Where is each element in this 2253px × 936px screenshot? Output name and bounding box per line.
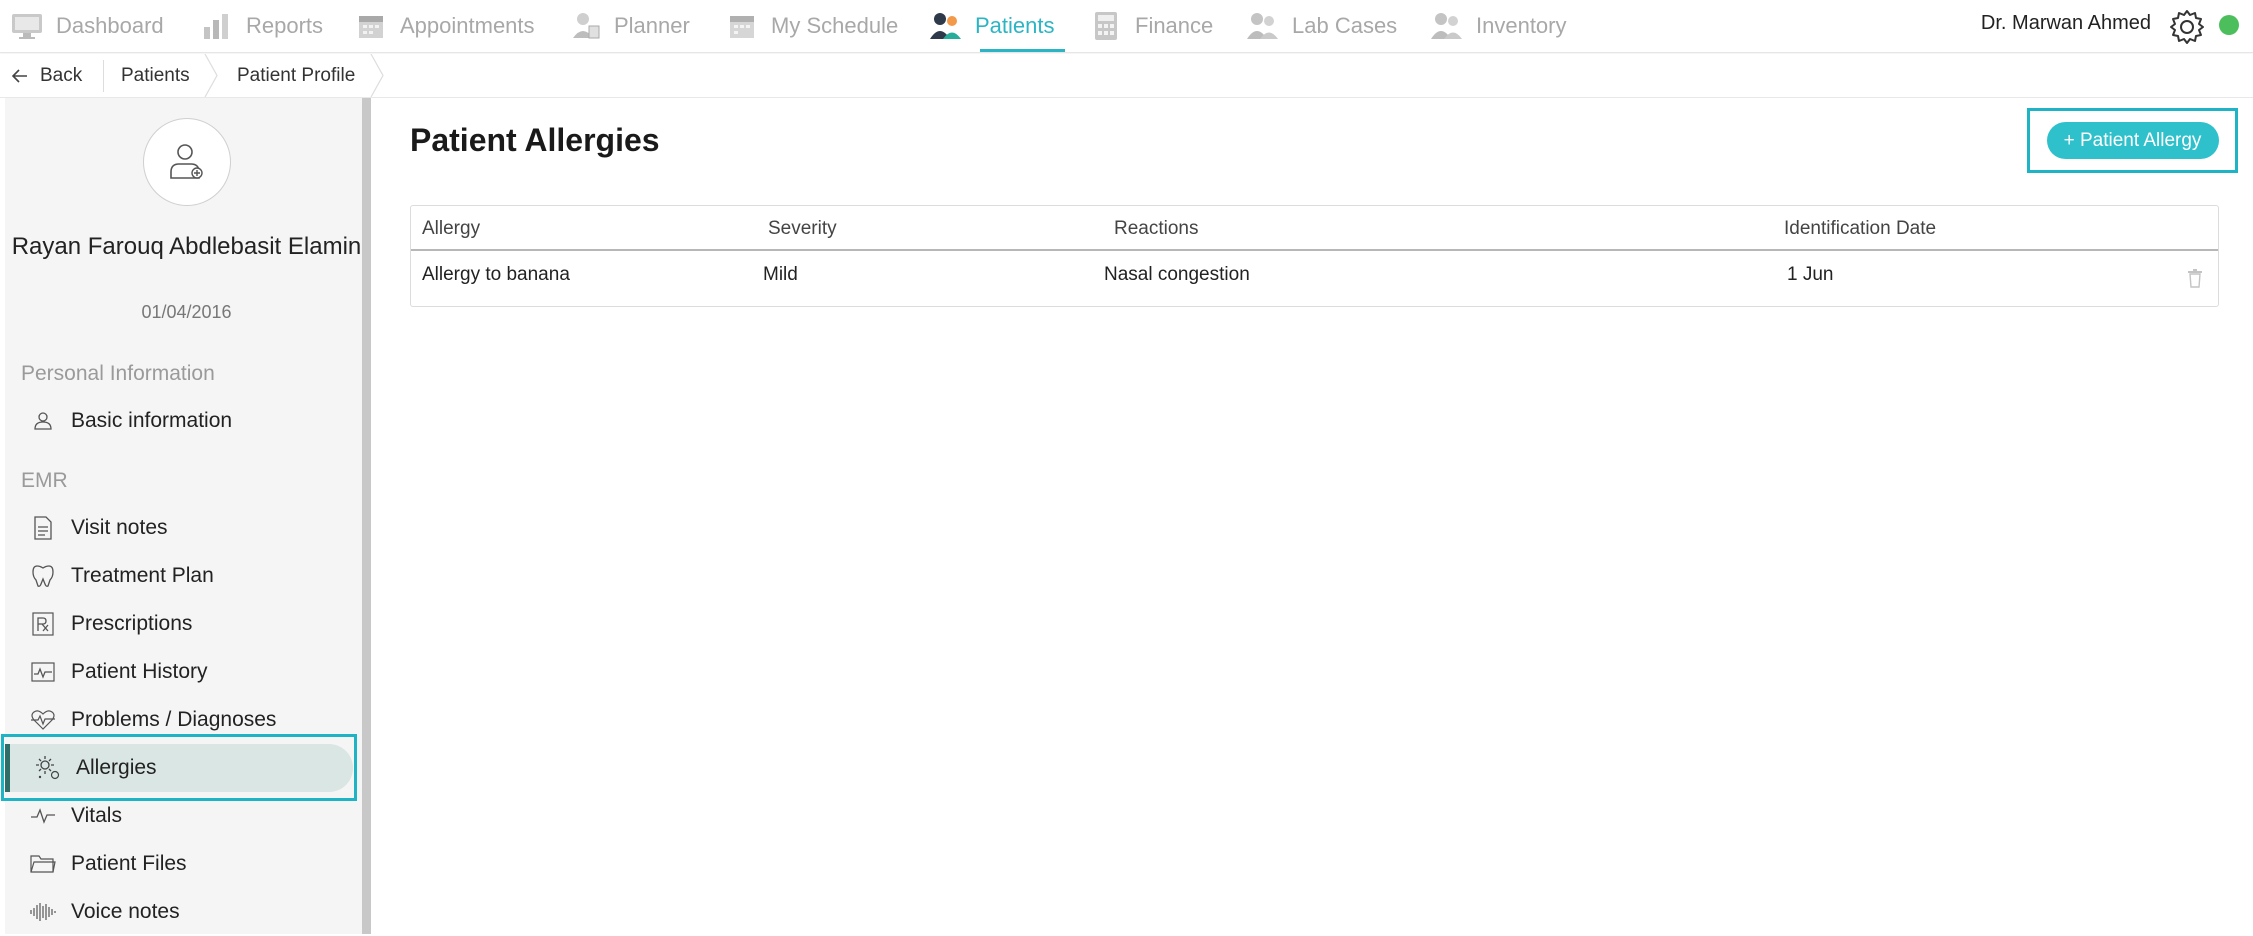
top-navigation-bar: Dashboard Reports Appointments Planner M… — [0, 0, 2253, 53]
online-status-dot — [2219, 15, 2239, 35]
nav-reports-label: Reports — [246, 13, 324, 38]
allergies-table: Allergy Severity Reactions Identificatio… — [410, 205, 2219, 307]
sidebar-item-label: Patient Files — [71, 852, 187, 875]
section-personal-information: Personal Information — [21, 362, 215, 385]
sidebar-item-label: Basic information — [71, 409, 233, 432]
sidebar-item-basic-information[interactable]: Basic information — [5, 397, 353, 445]
add-button-highlight: + Patient Allergy — [2027, 108, 2238, 173]
sidebar-item-label: Patient History — [71, 660, 208, 683]
user-name[interactable]: Dr. Marwan Ahmed — [1981, 12, 2151, 35]
gear-icon[interactable] — [2168, 8, 2206, 46]
sidebar-item-label: Problems / Diagnoses — [71, 708, 277, 731]
breadcrumb-patient-profile[interactable]: Patient Profile — [237, 54, 355, 97]
add-patient-allergy-button[interactable]: + Patient Allergy — [2046, 122, 2219, 159]
trash-icon[interactable] — [2187, 268, 2203, 288]
page-title: Patient Allergies — [410, 122, 660, 158]
schedule-icon — [725, 9, 759, 43]
patient-name: Rayan Farouq Abdlebasit Elamin — [11, 233, 362, 260]
back-label: Back — [40, 64, 83, 86]
waveform-icon — [29, 898, 57, 926]
table-header: Allergy Severity Reactions Identificatio… — [411, 206, 2218, 251]
document-icon — [29, 514, 57, 542]
sidebar-item-label: Prescriptions — [71, 612, 193, 635]
monitor-icon — [10, 9, 44, 43]
pulse-icon — [29, 802, 57, 830]
column-header-severity[interactable]: Severity — [768, 218, 837, 240]
column-header-allergy[interactable]: Allergy — [422, 218, 480, 240]
breadcrumb: Back Patients Patient Profile — [0, 54, 2253, 98]
prescription-icon — [29, 610, 57, 638]
back-button[interactable]: Back — [12, 54, 82, 97]
calendar-icon — [354, 9, 388, 43]
section-emr: EMR — [21, 469, 68, 492]
nav-patients[interactable]: Patients — [929, 0, 1065, 52]
nav-inventory[interactable]: Inventory — [1430, 0, 1567, 52]
cell-allergy: Allergy to banana — [422, 264, 570, 285]
inventory-group-icon — [1430, 9, 1464, 43]
breadcrumb-chevron-icon — [204, 54, 218, 97]
avatar — [143, 118, 231, 206]
breadcrumb-patients[interactable]: Patients — [121, 54, 190, 97]
nav-dashboard-label: Dashboard — [56, 13, 164, 38]
nav-planner[interactable]: Planner — [568, 0, 690, 52]
column-header-identification-date[interactable]: Identification Date — [1784, 218, 1936, 240]
sidebar-item-label: Voice notes — [71, 900, 180, 923]
person-add-icon — [170, 144, 203, 179]
tooth-icon — [29, 562, 57, 590]
lab-group-icon — [1246, 9, 1280, 43]
column-header-reactions[interactable]: Reactions — [1114, 218, 1199, 240]
bar-chart-icon — [200, 9, 234, 43]
breadcrumb-patient-profile-label: Patient Profile — [237, 64, 356, 86]
selection-highlight — [1, 734, 357, 801]
nav-my-schedule-label: My Schedule — [771, 13, 899, 38]
arrow-left-icon — [12, 68, 28, 83]
planner-icon — [568, 9, 602, 43]
sidebar-item-prescriptions[interactable]: Prescriptions — [5, 600, 353, 648]
nav-patients-label: Patients — [975, 13, 1055, 38]
nav-lab-cases[interactable]: Lab Cases — [1246, 0, 1397, 52]
breadcrumb-patients-label: Patients — [121, 64, 190, 86]
sidebar-item-label: Treatment Plan — [71, 564, 214, 587]
nav-planner-label: Planner — [614, 13, 690, 38]
nav-appointments[interactable]: Appointments — [354, 0, 535, 52]
nav-lab-cases-label: Lab Cases — [1292, 13, 1398, 38]
patients-group-icon — [929, 9, 963, 43]
divider — [103, 60, 104, 92]
nav-finance-label: Finance — [1135, 13, 1214, 38]
folder-icon — [29, 850, 57, 878]
sidebar-item-patient-history[interactable]: Patient History — [5, 648, 353, 696]
nav-reports[interactable]: Reports — [200, 0, 323, 52]
chart-history-icon — [29, 658, 57, 686]
sidebar-item-treatment-plan[interactable]: Treatment Plan — [5, 552, 353, 600]
sidebar-item-patient-files[interactable]: Patient Files — [5, 840, 353, 888]
cell-identification-date: 1 Jun — [1787, 264, 1834, 285]
nav-finance[interactable]: Finance — [1089, 0, 1213, 52]
nav-appointments-label: Appointments — [400, 13, 535, 38]
heartbeat-icon — [29, 706, 57, 734]
patient-sidebar: Rayan Farouq Abdlebasit Elamin 01/04/201… — [5, 98, 368, 934]
sidebar-item-visit-notes[interactable]: Visit notes — [5, 504, 353, 552]
sidebar-scrollbar[interactable] — [362, 98, 371, 934]
nav-dashboard[interactable]: Dashboard — [10, 0, 164, 52]
patient-dob: 01/04/2016 — [141, 302, 232, 322]
sidebar-item-label: Visit notes — [71, 516, 168, 539]
person-icon — [29, 407, 57, 435]
sidebar-item-voice-notes[interactable]: Voice notes — [5, 888, 353, 936]
sidebar-item-label: Vitals — [71, 804, 122, 827]
cell-reactions: Nasal congestion — [1104, 264, 1250, 285]
calculator-icon — [1089, 9, 1123, 43]
breadcrumb-chevron-icon — [370, 54, 384, 97]
cell-severity: Mild — [763, 264, 798, 285]
nav-inventory-label: Inventory — [1476, 13, 1567, 38]
nav-my-schedule[interactable]: My Schedule — [725, 0, 898, 52]
